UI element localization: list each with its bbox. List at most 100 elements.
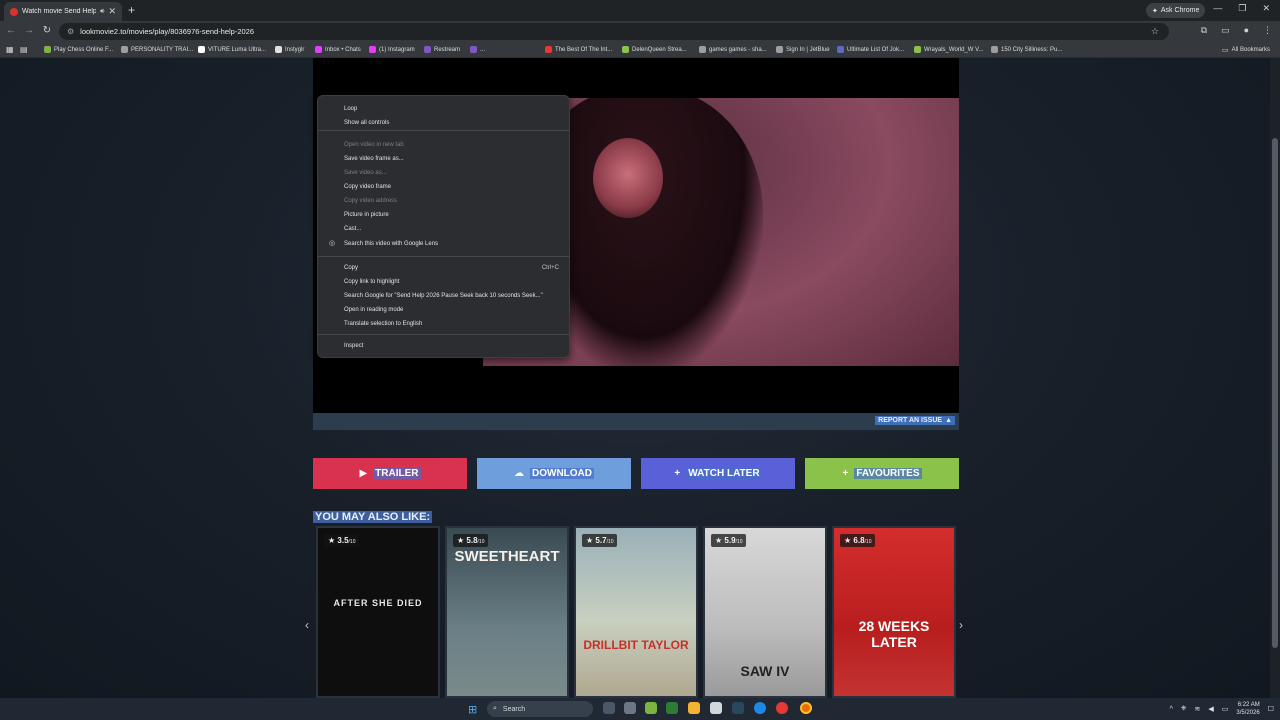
bookmark-item[interactable]: DelenQueen Strea... — [622, 46, 687, 53]
minimize-button[interactable]: — — [1213, 3, 1222, 14]
bookmark-label: Instyglr — [285, 46, 305, 53]
bookmark-item[interactable]: Inbox • Chats — [315, 46, 361, 53]
task-view-icon[interactable] — [603, 702, 615, 714]
context-menu-item[interactable]: Cast... — [344, 223, 559, 234]
back-arrow-icon[interactable]: ← — [2, 25, 20, 36]
bookmark-item[interactable]: Ultimate List Of Jok... — [837, 46, 904, 53]
trailer-button[interactable]: ▶ TRAILER — [313, 458, 467, 489]
steam-icon[interactable] — [732, 702, 744, 714]
bookmark-item[interactable]: Restream — [424, 46, 460, 53]
context-menu-label: Copy — [344, 264, 359, 271]
context-menu-item[interactable]: Save video frame as... — [344, 153, 559, 164]
apps-icon[interactable]: ▦ — [6, 45, 14, 54]
context-menu-item[interactable]: Loop — [344, 103, 559, 114]
cloud-download-icon: ☁ — [514, 468, 524, 479]
battery-icon[interactable]: ▭ — [1222, 705, 1229, 713]
all-bookmarks[interactable]: ▭ All Bookmarks — [1222, 46, 1270, 54]
scrollbar-thumb[interactable] — [1272, 138, 1278, 648]
chevron-up-icon[interactable]: ^ — [1170, 706, 1173, 713]
poster-card[interactable]: ★ 6.8/10 28 WEEKS LATER — [832, 526, 956, 698]
poster-card[interactable]: ★ 5.9/10 SAW IV — [703, 526, 827, 698]
bookmark-item[interactable]: Sign In | JetBlue — [776, 46, 830, 53]
menu-separator — [318, 334, 569, 335]
wifi-icon[interactable]: ≋ — [1194, 705, 1200, 713]
bookmark-favicon-icon — [369, 46, 376, 53]
taskbar-search[interactable]: ⌕ Search — [487, 701, 593, 717]
carousel-prev-icon[interactable]: ‹ — [305, 618, 309, 632]
context-menu-item[interactable]: Picture in picture — [344, 209, 559, 220]
address-bar[interactable]: ⚙ lookmovie2.to/movies/play/8036976-send… — [59, 23, 1169, 40]
ask-chrome-button[interactable]: ✦ Ask Chrome — [1146, 3, 1206, 18]
tab-close-icon[interactable]: ✕ — [108, 6, 116, 17]
chrome-active-icon[interactable] — [800, 702, 812, 714]
microphone-icon[interactable]: ⎈ — [1181, 705, 1187, 713]
volume-icon[interactable]: ◀ — [1208, 705, 1213, 713]
bookmark-item[interactable]: VITURE Luma Ultra... — [198, 46, 266, 53]
poster-card[interactable]: ★ 5.7/10 DRILLBIT TAYLOR — [574, 526, 698, 698]
context-menu-item[interactable]: Search Google for "Send Help 2026 Pause … — [344, 290, 559, 301]
bookmark-label: Wrayals_World_W V... — [924, 46, 984, 53]
bookmark-item[interactable]: Instyglr — [275, 46, 304, 53]
bookmark-item[interactable]: (1) Instagram — [369, 46, 415, 53]
bookmark-star-icon[interactable]: ☆ — [1151, 26, 1159, 37]
browser-tab[interactable]: Watch movie Send Help 2026 🔊︎ ✕ — [4, 2, 122, 21]
reload-icon[interactable]: ↻ — [38, 25, 56, 36]
player-footer: REPORT AN ISSUE ▲ — [313, 413, 959, 430]
media-player-icon[interactable] — [645, 702, 657, 714]
close-window-button[interactable]: ✕ — [1262, 3, 1270, 14]
bookmark-item[interactable]: Play Chess Online F... — [44, 46, 113, 53]
file-explorer-icon[interactable] — [688, 702, 700, 714]
chrome-icon[interactable] — [776, 702, 788, 714]
profile-icon[interactable]: ● — [1244, 25, 1249, 36]
site-info-icon[interactable]: ⚙ — [67, 27, 74, 36]
split-view-icon[interactable]: ▭ — [1221, 25, 1230, 36]
store-icon[interactable] — [710, 702, 722, 714]
extensions-icon[interactable]: ⧉ — [1201, 25, 1207, 36]
bookmark-item[interactable]: games games - sha... — [699, 46, 767, 53]
page-scrollbar[interactable] — [1270, 58, 1280, 698]
bookmark-label: (1) Instagram — [379, 46, 415, 53]
bookmark-item[interactable]: ... — [470, 46, 485, 53]
download-button[interactable]: ☁ DOWNLOAD — [477, 458, 631, 489]
context-menu-item[interactable]: Open in reading mode — [344, 304, 559, 315]
context-menu-item[interactable]: Copy video frame — [344, 181, 559, 192]
tab-title: Watch movie Send Help 2026 — [22, 8, 97, 15]
bookmark-item[interactable]: PERSONALITY TRAI... — [121, 46, 193, 53]
nvidia-icon[interactable] — [666, 702, 678, 714]
favourites-button[interactable]: + FAVOURITES — [805, 458, 959, 489]
bookmark-favicon-icon — [470, 46, 477, 53]
restore-button[interactable]: ❐ — [1238, 3, 1246, 14]
context-menu-item[interactable]: Search this video with Google Lens — [344, 238, 559, 249]
context-menu-item[interactable]: Copy link to highlight — [344, 276, 559, 287]
poster-card[interactable]: ★ 3.5/10 AFTER SHE DIED — [316, 526, 440, 698]
settings-icon[interactable] — [624, 702, 636, 714]
edge-icon[interactable] — [754, 702, 766, 714]
notification-icon[interactable]: ☐ — [1268, 705, 1274, 713]
grid-icon[interactable]: ▤ — [20, 45, 28, 54]
download-label: DOWNLOAD — [530, 468, 594, 479]
poster-card[interactable]: ★ 5.8/10 SWEETHEART — [445, 526, 569, 698]
forward-arrow-icon[interactable]: → — [20, 25, 38, 36]
watch-later-button[interactable]: + WATCH LATER — [641, 458, 795, 489]
context-menu-item[interactable]: Show all controls — [344, 117, 559, 128]
context-menu-item[interactable]: Translate selection to English — [344, 318, 559, 329]
browser-toolbar: ← → ↻ ⚙ lookmovie2.to/movies/play/803697… — [0, 21, 1280, 42]
bookmark-item[interactable]: Wrayals_World_W V... — [914, 46, 984, 53]
bookmark-favicon-icon — [914, 46, 921, 53]
context-menu-item: Save video as... — [344, 167, 559, 178]
bookmark-item[interactable]: The Best Of The Int... — [545, 46, 612, 53]
menu-icon[interactable]: ⋮ — [1263, 25, 1272, 36]
speaker-icon[interactable]: 🔊︎ — [100, 8, 104, 16]
context-menu-label: Open video in new tab — [344, 141, 404, 148]
context-menu-label: Copy video frame — [344, 183, 392, 190]
new-tab-button[interactable]: + — [128, 3, 135, 17]
bookmark-favicon-icon — [699, 46, 706, 53]
context-menu-item[interactable]: Inspect — [344, 340, 559, 351]
report-issue-button[interactable]: REPORT AN ISSUE ▲ — [875, 416, 955, 425]
carousel-next-icon[interactable]: › — [959, 618, 963, 632]
bookmark-item[interactable]: 150 City Silliness: Pu... — [991, 46, 1062, 53]
clock[interactable]: 6:22 AM 3/5/2026 — [1236, 701, 1259, 717]
bookmark-label: Restream — [434, 46, 461, 53]
windows-start-icon[interactable]: ⊞ — [468, 703, 477, 716]
context-menu-item[interactable]: Copy Ctrl+C — [344, 262, 559, 273]
